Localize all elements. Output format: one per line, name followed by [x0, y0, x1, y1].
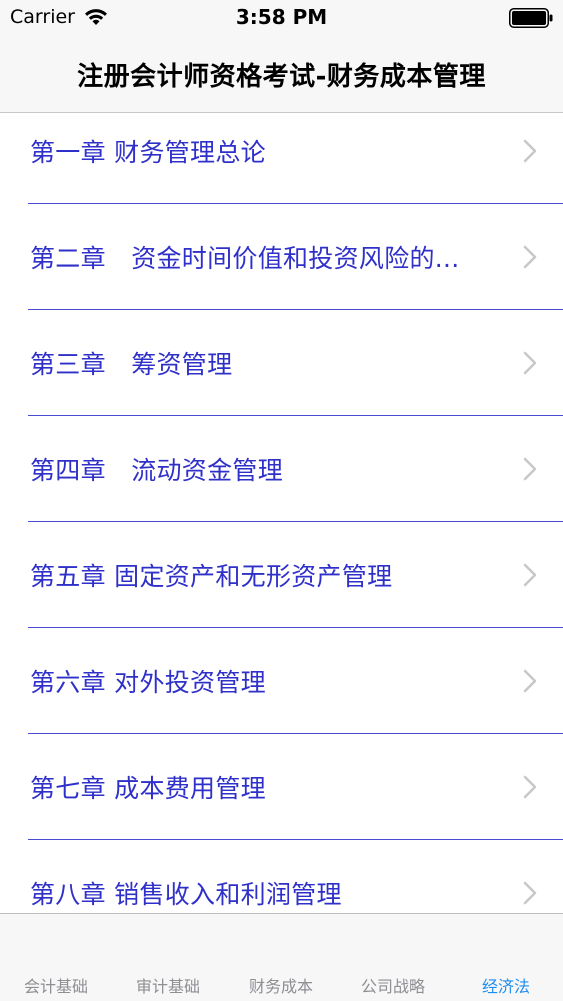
chapter-row-3[interactable]: 第三章 筹资管理	[0, 310, 563, 416]
battery-icon	[509, 8, 553, 28]
status-bar: Carrier 3:58 PM	[0, 0, 563, 36]
chapter-label: 第八章 销售收入和利润管理	[30, 880, 342, 909]
chapter-label: 第六章 对外投资管理	[30, 668, 266, 697]
chapter-row-1[interactable]: 第一章 财务管理总论	[0, 113, 563, 204]
tab-accounting-basics[interactable]: 会计基础	[0, 973, 112, 997]
chapter-row-4[interactable]: 第四章 流动资金管理	[0, 416, 563, 522]
chapter-row-2[interactable]: 第二章 资金时间价值和投资风险的...	[0, 204, 563, 310]
navigation-bar: 注册会计师资格考试-财务成本管理	[0, 36, 563, 113]
chapter-row-8[interactable]: 第八章 销售收入和利润管理	[0, 840, 563, 913]
chevron-right-icon	[523, 457, 537, 481]
tab-financial-cost[interactable]: 财务成本	[225, 973, 337, 997]
chevron-right-icon	[523, 563, 537, 587]
tab-corporate-strategy[interactable]: 公司战略	[337, 973, 449, 997]
chapter-label: 第四章 流动资金管理	[30, 456, 284, 485]
chapter-row-5[interactable]: 第五章 固定资产和无形资产管理	[0, 522, 563, 628]
chapter-label: 第二章 资金时间价值和投资风险的...	[30, 244, 460, 273]
chapter-label: 第五章 固定资产和无形资产管理	[30, 562, 393, 591]
tab-audit-basics[interactable]: 审计基础	[112, 973, 224, 997]
chevron-right-icon	[523, 139, 537, 163]
chapter-label: 第三章 筹资管理	[30, 350, 233, 379]
chevron-right-icon	[523, 245, 537, 269]
chapter-label: 第一章 财务管理总论	[30, 138, 266, 167]
chevron-right-icon	[523, 775, 537, 799]
chapter-row-7[interactable]: 第七章 成本费用管理	[0, 734, 563, 840]
page-title: 注册会计师资格考试-财务成本管理	[77, 62, 486, 92]
chapter-list[interactable]: 第一章 财务管理总论 第二章 资金时间价值和投资风险的... 第三章 筹资管理 …	[0, 113, 563, 913]
tab-bar: 会计基础 审计基础 财务成本 公司战略 经济法	[0, 913, 563, 1001]
chevron-right-icon	[523, 669, 537, 693]
chapter-row-6[interactable]: 第六章 对外投资管理	[0, 628, 563, 734]
chevron-right-icon	[523, 881, 537, 905]
status-time: 3:58 PM	[235, 5, 328, 29]
chapter-label: 第七章 成本费用管理	[30, 774, 266, 803]
chevron-right-icon	[523, 351, 537, 375]
tab-economic-law[interactable]: 经济法	[450, 973, 562, 997]
